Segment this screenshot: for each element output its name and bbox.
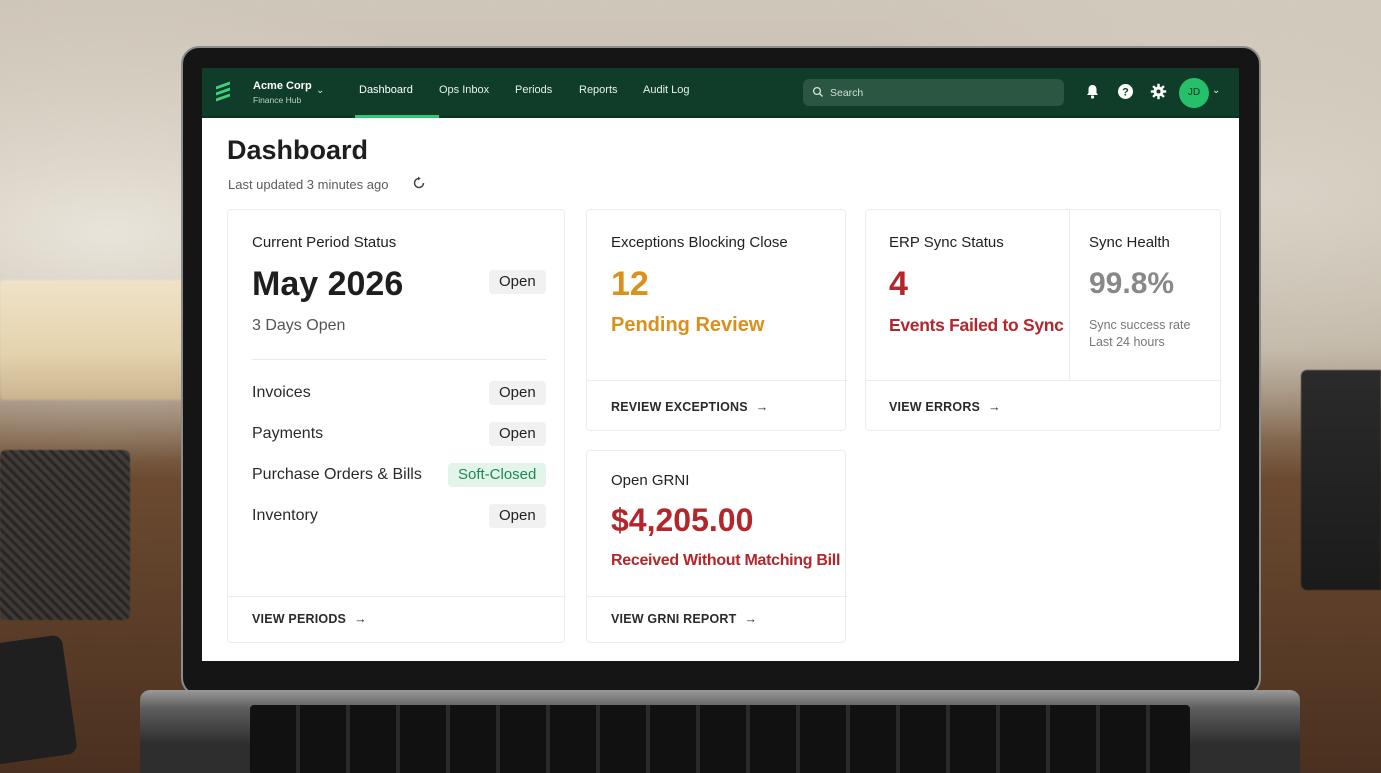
page-title: Dashboard: [227, 135, 369, 165]
app-screen: Acme Corp Finance Hub ⌄ Dashboard Ops In…: [202, 68, 1239, 661]
period-row-label: Inventory: [252, 507, 318, 524]
exceptions-card: Exceptions Blocking Close 12 Pending Rev…: [586, 209, 847, 431]
org-subtitle: Finance Hub: [253, 95, 302, 105]
view-errors-link[interactable]: VIEW ERRORS →: [889, 400, 1001, 414]
period-row-label: Payments: [252, 425, 324, 442]
current-period: May 2026: [252, 265, 404, 303]
background-tray: [1301, 370, 1381, 590]
arrow-right-icon: →: [988, 400, 1001, 414]
card-title: Current Period Status: [252, 234, 397, 251]
tab-periods[interactable]: Periods: [515, 84, 552, 96]
status-badge: Open: [489, 422, 546, 446]
status-badge: Soft-Closed: [448, 463, 547, 487]
link-label: REVIEW EXCEPTIONS: [611, 400, 748, 414]
arrow-right-icon: →: [755, 400, 769, 414]
top-navbar: Acme Corp Finance Hub ⌄ Dashboard Ops In…: [202, 68, 1239, 118]
user-avatar[interactable]: JD: [1179, 78, 1209, 108]
laptop-keyboard: [250, 705, 1190, 773]
view-grni-report-link[interactable]: VIEW GRNI REPORT →: [611, 612, 757, 626]
exceptions-subtitle: Pending Review: [611, 314, 765, 336]
refresh-icon[interactable]: [412, 176, 426, 190]
background-files: [0, 280, 190, 400]
status-badge: Open: [489, 381, 546, 405]
card-title: Open GRNI: [611, 472, 690, 489]
status-badge: Open: [489, 504, 546, 528]
svg-text:?: ?: [1122, 87, 1129, 99]
divider: [587, 596, 847, 597]
active-tab-indicator: [355, 115, 439, 118]
search-box[interactable]: [803, 79, 1064, 106]
view-periods-link[interactable]: VIEW PERIODS →: [252, 612, 367, 626]
card-title: Exceptions Blocking Close: [611, 234, 788, 251]
last-updated-text: Last updated 3 minutes ago: [228, 177, 389, 192]
bell-icon[interactable]: [1084, 83, 1101, 100]
card-title: ERP Sync Status: [889, 234, 1004, 251]
arrow-right-icon: →: [354, 612, 367, 626]
failed-events-subtitle: Events Failed to Sync: [889, 315, 1064, 335]
divider: [587, 380, 847, 381]
period-row-label: Purchase Orders & Bills: [252, 466, 422, 483]
tab-dashboard[interactable]: Dashboard: [359, 84, 413, 96]
sync-health-period: Last 24 hours: [1089, 335, 1165, 349]
arrow-right-icon: →: [744, 612, 758, 626]
divider: [1069, 210, 1070, 380]
search-icon: [812, 86, 823, 97]
help-icon[interactable]: ?: [1117, 83, 1134, 100]
stack-logo-icon[interactable]: [216, 81, 232, 102]
erp-sync-card: ERP Sync Status 4 Events Failed to Sync …: [865, 209, 1222, 431]
divider: [228, 596, 566, 597]
tab-reports[interactable]: Reports: [579, 84, 618, 96]
tab-audit-log[interactable]: Audit Log: [643, 84, 689, 96]
failed-events-count: 4: [889, 265, 908, 303]
grni-amount: $4,205.00: [611, 502, 754, 538]
period-status-card: Current Period Status May 2026 Open 3 Da…: [227, 209, 566, 643]
sync-health-title: Sync Health: [1089, 234, 1170, 251]
exceptions-count: 12: [611, 265, 649, 303]
search-input[interactable]: [830, 79, 1055, 106]
gear-icon[interactable]: [1150, 83, 1167, 100]
org-name[interactable]: Acme Corp: [253, 80, 312, 92]
link-label: VIEW PERIODS: [252, 612, 347, 626]
review-exceptions-link[interactable]: REVIEW EXCEPTIONS →: [611, 400, 768, 414]
grni-subtitle: Received Without Matching Bill: [611, 552, 841, 569]
divider: [866, 380, 1222, 381]
tab-ops-inbox[interactable]: Ops Inbox: [439, 84, 489, 96]
sync-health-value: 99.8%: [1089, 267, 1175, 300]
grni-card: Open GRNI $4,205.00 Received Without Mat…: [586, 450, 847, 643]
status-badge: Open: [489, 270, 546, 294]
days-open: 3 Days Open: [252, 317, 346, 334]
chevron-down-icon[interactable]: ⌄: [316, 85, 324, 96]
divider: [252, 359, 546, 360]
period-row-label: Invoices: [252, 384, 311, 401]
chevron-down-icon[interactable]: ⌄: [1212, 85, 1220, 96]
link-label: VIEW ERRORS: [889, 400, 981, 414]
sync-health-caption: Sync success rate: [1089, 318, 1191, 332]
background-keyboard: [0, 634, 78, 766]
link-label: VIEW GRNI REPORT: [611, 612, 737, 626]
background-basket: [0, 450, 130, 620]
